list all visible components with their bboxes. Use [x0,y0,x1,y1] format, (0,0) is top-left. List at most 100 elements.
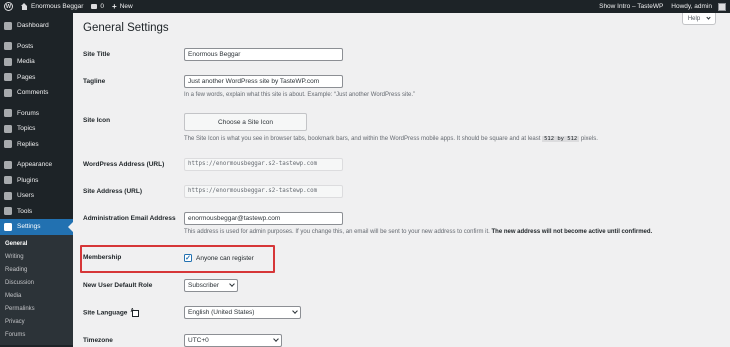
page-title: General Settings [83,22,169,34]
settings-submenu: General Writing Reading Discussion Media… [0,234,73,345]
size-width: 512 [544,136,555,142]
comment-icon [4,88,12,97]
site-language-select[interactable]: English (United States) [184,306,301,319]
page-icon [4,73,12,82]
wrench-icon [4,207,12,216]
wordpress-logo-menu[interactable]: W [0,0,17,13]
chevron-down-icon [706,15,711,20]
field-label: Site Address (URL) [83,188,142,195]
menu-media[interactable]: Media [0,54,73,70]
menu-label: Dashboard [17,22,49,30]
field-label: New User Default Role [83,282,153,289]
submenu-discussion[interactable]: Discussion [0,277,73,290]
howdy-label: Howdy, admin [671,3,712,10]
menu-label: Topics [17,125,36,133]
site-title-row: Site Title Enormous Beggar [83,48,343,61]
menu-pages[interactable]: Pages [0,70,73,86]
site-language-label: Site Language [83,309,128,317]
submenu-privacy[interactable]: Privacy [0,316,73,329]
menu-label: Pages [17,73,36,81]
menu-tools[interactable]: Tools [0,204,73,220]
show-intro-link[interactable]: Show Intro – TasteWP [595,0,667,13]
timezone-row: Timezone UTC+0 [83,334,282,347]
admin-bar: W Enormous Beggar 0 + New Show Intro – T… [0,0,730,13]
membership-highlight-box [80,245,275,273]
wordpress-logo-icon: W [4,2,13,11]
wp-address-row: WordPress Address (URL) https://enormous… [83,158,343,171]
timezone-select[interactable]: UTC+0 [184,334,282,347]
default-role-select[interactable]: Subscriber [184,279,238,292]
new-content-menu[interactable]: + New [108,0,137,13]
menu-label: Replies [17,140,39,148]
field-label: Site Language [83,306,184,319]
size-code: 512 by 512 [542,136,580,142]
users-icon [4,191,12,200]
field-label: Timezone [83,337,113,344]
menu-posts[interactable]: Posts [0,39,73,55]
brush-icon [4,160,12,169]
menu-users[interactable]: Users [0,188,73,204]
menu-forums[interactable]: Forums [0,106,73,122]
translation-icon [130,308,140,317]
menu-settings[interactable]: Settings [0,219,73,235]
menu-comments[interactable]: Comments [0,85,73,101]
field-label: Administration Email Address [83,215,176,222]
menu-appearance[interactable]: Appearance [0,157,73,173]
new-label: New [119,3,133,10]
menu-plugins[interactable]: Plugins [0,173,73,189]
settings-icon [4,222,12,231]
plugin-icon [4,176,12,185]
menu-label: Tools [17,207,33,215]
submenu-media[interactable]: Media [0,290,73,303]
field-label: Site Icon [83,117,111,124]
chevron-down-icon [229,281,235,288]
help-button[interactable]: Help [682,13,716,25]
comments-link[interactable]: 0 [87,0,108,13]
admin-email-row: Administration Email Address enormousbeg… [83,212,652,235]
submenu-permalinks[interactable]: Permalinks [0,303,73,316]
submenu-general[interactable]: General [0,238,73,251]
size-by: by [557,136,564,142]
dashboard-icon [4,21,12,30]
site-language-value: English (United States) [188,308,255,316]
default-role-value: Subscriber [188,281,220,289]
choose-site-icon-button[interactable]: Choose a Site Icon [184,113,307,131]
site-name: Enormous Beggar [31,3,84,10]
menu-label: Media [17,58,35,66]
tagline-input[interactable]: Just another WordPress site by TasteWP.c… [184,75,343,88]
tagline-row: Tagline Just another WordPress site by T… [83,75,415,98]
admin-sidebar: Dashboard Posts Media Pages Comments For… [0,13,73,347]
admin-email-desc-text: This address is used for admin purposes.… [184,228,490,235]
field-label: WordPress Address (URL) [83,161,165,168]
admin-email-description: This address is used for admin purposes.… [184,229,652,235]
menu-label: Settings [17,223,41,231]
site-address-row: Site Address (URL) https://enormousbegga… [83,185,343,198]
topic-icon [4,124,12,133]
submenu-writing[interactable]: Writing [0,251,73,264]
menu-replies[interactable]: Replies [0,137,73,153]
submenu-forums[interactable]: Forums [0,329,73,342]
site-icon-desc-end: pixels. [580,136,598,142]
site-language-row: Site Language English (United States) [83,306,301,319]
wp-address-input[interactable]: https://enormousbeggar.s2-tastewp.com [184,158,343,171]
admin-email-input[interactable]: enormousbeggar@tastewp.com [184,212,343,225]
site-name-link[interactable]: Enormous Beggar [17,0,87,13]
account-menu[interactable]: Howdy, admin [667,0,730,13]
field-label: Site Title [83,51,110,58]
site-icon-desc-text: The Site Icon is what you see in browser… [184,136,541,142]
submenu-reading[interactable]: Reading [0,264,73,277]
menu-label: Users [17,192,34,200]
admin-email-desc-bold: The new address will not become active u… [491,228,653,235]
menu-dashboard[interactable]: Dashboard [0,18,73,34]
default-role-row: New User Default Role Subscriber [83,279,238,292]
site-icon-row: Site Icon Choose a Site Icon The Site Ic… [83,113,598,142]
menu-label: Forums [17,109,40,117]
media-icon [4,57,12,66]
site-address-input[interactable]: https://enormousbeggar.s2-tastewp.com [184,185,343,198]
menu-label: Plugins [17,176,39,184]
site-title-input[interactable]: Enormous Beggar [184,48,343,61]
show-intro-label: Show Intro – TasteWP [599,3,664,10]
plus-icon: + [112,2,117,11]
menu-label: Posts [17,42,34,50]
menu-topics[interactable]: Topics [0,121,73,137]
